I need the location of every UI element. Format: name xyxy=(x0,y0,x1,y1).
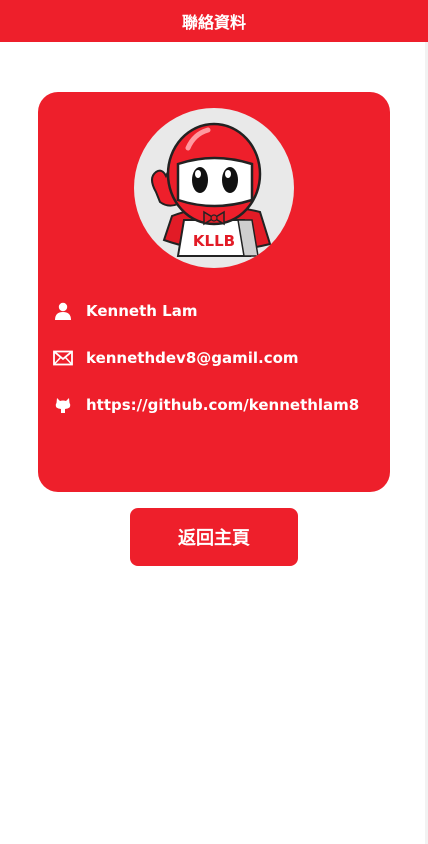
contact-name: Kenneth Lam xyxy=(86,302,198,320)
page-header: 聯絡資料 xyxy=(0,0,428,42)
mascot-logo-text: KLLB xyxy=(193,232,235,250)
contact-card: KLLB Kenneth Lam kennethdev8@gamil.com h… xyxy=(38,92,390,492)
github-icon xyxy=(52,394,74,416)
page-title: 聯絡資料 xyxy=(181,13,246,32)
user-icon xyxy=(52,300,74,322)
mascot-avatar-image: KLLB xyxy=(151,122,272,257)
contact-github-link[interactable]: https://github.com/kennethlam8 xyxy=(86,396,359,414)
contact-name-row: Kenneth Lam xyxy=(52,300,197,322)
contact-email[interactable]: kennethdev8@gamil.com xyxy=(86,349,299,367)
contact-github-row: https://github.com/kennethlam8 xyxy=(52,394,359,416)
back-home-button[interactable]: 返回主頁 xyxy=(130,508,298,566)
contact-email-row: kennethdev8@gamil.com xyxy=(52,347,299,369)
mail-icon xyxy=(52,347,74,369)
avatar: KLLB xyxy=(134,108,294,268)
